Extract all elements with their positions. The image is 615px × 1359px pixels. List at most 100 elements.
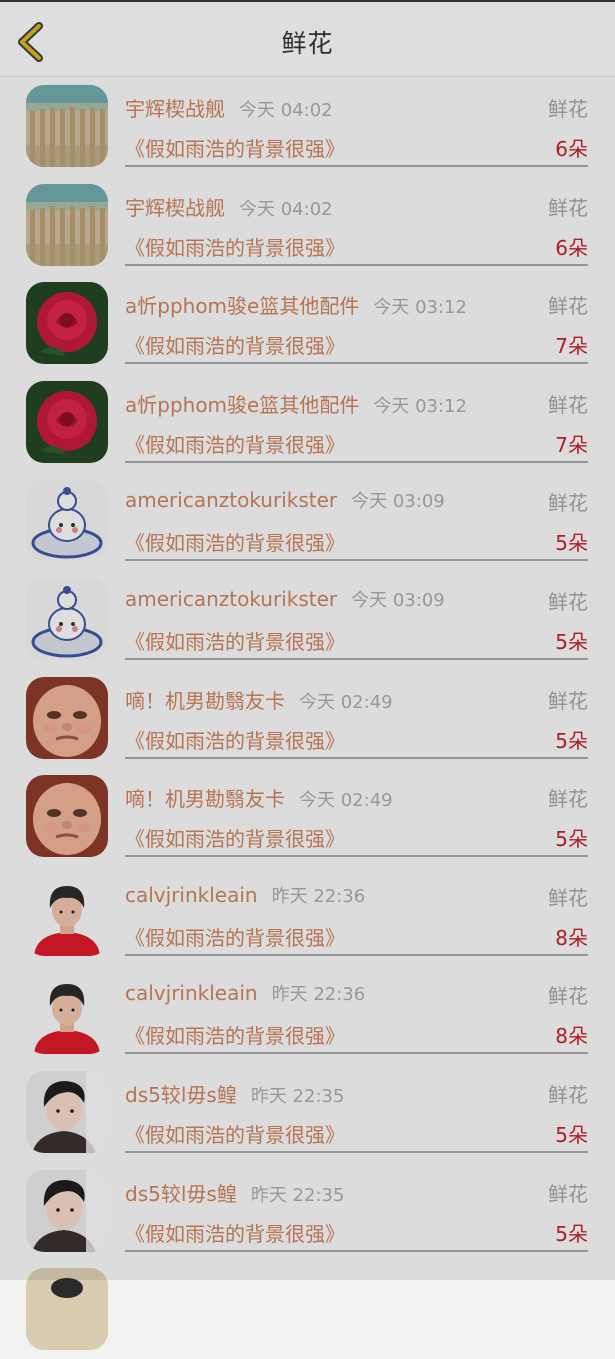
book-title[interactable]: 《假如雨浩的背景很强》 <box>125 1218 345 1247</box>
avatar[interactable] <box>26 85 108 167</box>
sender-name: americanztokurikster 今天 03:09 <box>125 488 445 513</box>
sender-name: 嘀！机男勘翳友卡 今天 02:49 <box>125 787 393 812</box>
avatar[interactable] <box>26 775 108 858</box>
gift-type: 鲜花 <box>548 97 588 121</box>
list-item[interactable]: 宇辉楔战舰 今天 04:02 鲜花 《假如雨浩的背景很强》 6朵 <box>0 77 615 176</box>
book-title[interactable]: 《假如雨浩的背景很强》 <box>125 330 345 359</box>
list-item[interactable]: ds5较l毋s鳇 昨天 22:35 鲜花 《假如雨浩的背景很强》 5朵 <box>0 1063 615 1162</box>
gift-type: 鲜花 <box>548 195 588 220</box>
list-item[interactable]: americanztokurikster 今天 03:09 鲜花 《假如雨浩的背景… <box>0 471 615 570</box>
divider <box>125 1249 588 1252</box>
timestamp: 今天 04:02 <box>239 100 333 121</box>
timestamp: 今天 03:09 <box>351 589 445 611</box>
divider <box>125 1150 588 1153</box>
sender-name: a忻pphom骏e篮其他配件 今天 03:12 <box>125 392 467 417</box>
timestamp: 昨天 22:36 <box>271 984 366 1006</box>
gift-list: 宇辉楔战舰 今天 04:02 鲜花 《假如雨浩的背景很强》 6朵 宇辉楔战舰 今天 … <box>0 77 615 1359</box>
avatar[interactable] <box>26 1070 108 1153</box>
list-item[interactable]: americanztokurikster 今天 03:09 鲜花 《假如雨浩的背景… <box>0 570 615 669</box>
gift-type: 鲜花 <box>548 984 588 1009</box>
divider <box>125 460 588 463</box>
gift-count: 6朵 <box>555 235 588 260</box>
gift-count: 8朵 <box>555 1024 588 1049</box>
divider <box>125 559 588 562</box>
timestamp: 昨天 22:35 <box>250 1184 345 1206</box>
sender-name: calvjrinkleain 昨天 22:36 <box>125 882 366 907</box>
divider <box>125 756 588 759</box>
avatar[interactable] <box>26 1268 108 1351</box>
avatar[interactable] <box>26 577 108 660</box>
book-title[interactable]: 《假如雨浩的背景很强》 <box>125 1020 345 1049</box>
list-item[interactable]: a忻pphom骏e篮其他配件 今天 03:12 鲜花 《假如雨浩的背景很强》 7朵 <box>0 274 615 373</box>
gift-count: 8朵 <box>555 925 588 950</box>
sender-name: 宇辉楔战舰 今天 04:02 <box>125 97 333 121</box>
gift-type: 鲜花 <box>548 392 588 417</box>
avatar[interactable] <box>26 676 108 759</box>
avatar[interactable] <box>26 1169 108 1252</box>
gift-count: 5朵 <box>555 827 588 852</box>
page-title: 鲜花 <box>281 29 334 58</box>
gift-type: 鲜花 <box>548 491 588 516</box>
book-title[interactable]: 《假如雨浩的背景很强》 <box>125 429 345 458</box>
timestamp: 昨天 22:36 <box>271 885 366 907</box>
gift-count: 5朵 <box>555 728 588 753</box>
book-title[interactable]: 《假如雨浩的背景很强》 <box>125 626 345 655</box>
gift-count: 6朵 <box>555 137 588 161</box>
list-item[interactable]: ds5较l毋s鳇 昨天 22:35 鲜花 《假如雨浩的背景很强》 5朵 <box>0 1162 615 1261</box>
timestamp: 今天 02:49 <box>299 691 393 713</box>
gift-type: 鲜花 <box>548 787 588 812</box>
divider <box>125 1052 588 1055</box>
gift-type: 鲜花 <box>548 1181 588 1206</box>
timestamp: 今天 03:12 <box>373 297 467 319</box>
list-item[interactable]: a忻pphom骏e篮其他配件 今天 03:12 鲜花 《假如雨浩的背景很强》 7朵 <box>0 373 615 472</box>
divider <box>125 263 588 266</box>
timestamp: 今天 04:02 <box>239 198 333 220</box>
sender-name: calvjrinkleain 昨天 22:36 <box>125 981 366 1006</box>
gift-type: 鲜花 <box>548 589 588 614</box>
sender-name: americanztokurikster 今天 03:09 <box>125 586 445 611</box>
book-title[interactable]: 《假如雨浩的背景很强》 <box>125 1119 345 1148</box>
avatar[interactable] <box>26 282 108 365</box>
book-title[interactable]: 《假如雨浩的背景很强》 <box>125 527 345 556</box>
avatar[interactable] <box>26 183 108 266</box>
sender-name: 嘀！机男勘翳友卡 今天 02:49 <box>125 688 393 713</box>
gift-count: 7朵 <box>555 334 588 359</box>
gift-type: 鲜花 <box>548 885 588 910</box>
gift-type: 鲜花 <box>548 1082 588 1107</box>
sender-name: ds5较l毋s鳇 昨天 22:35 <box>125 1082 345 1107</box>
gift-count: 5朵 <box>555 1122 588 1147</box>
divider <box>125 362 588 365</box>
gift-type: 鲜花 <box>548 688 588 713</box>
divider <box>125 657 588 660</box>
divider <box>125 953 588 956</box>
sender-name: 宇辉楔战舰 今天 04:02 <box>125 195 333 220</box>
sender-name: ds5较l毋s鳇 昨天 22:35 <box>125 1181 345 1206</box>
book-title[interactable]: 《假如雨浩的背景很强》 <box>125 725 345 754</box>
avatar[interactable] <box>26 972 108 1055</box>
list-item-partial[interactable] <box>0 1260 615 1359</box>
list-item[interactable]: calvjrinkleain 昨天 22:36 鲜花 《假如雨浩的背景很强》 8朵 <box>0 964 615 1063</box>
avatar[interactable] <box>26 380 108 463</box>
avatar[interactable] <box>26 479 108 562</box>
divider <box>125 165 588 167</box>
nav-header: 鲜花 <box>0 2 615 77</box>
book-title[interactable]: 《假如雨浩的背景很强》 <box>125 922 345 951</box>
book-title[interactable]: 《假如雨浩的背景很强》 <box>125 232 345 261</box>
list-item[interactable]: calvjrinkleain 昨天 22:36 鲜花 《假如雨浩的背景很强》 8朵 <box>0 866 615 965</box>
list-item[interactable]: 嘀！机男勘翳友卡 今天 02:49 鲜花 《假如雨浩的背景很强》 5朵 <box>0 767 615 866</box>
timestamp: 今天 03:12 <box>373 395 467 417</box>
timestamp: 昨天 22:35 <box>250 1085 345 1107</box>
gift-count: 5朵 <box>555 1221 588 1246</box>
sender-name: a忻pphom骏e篮其他配件 今天 03:12 <box>125 294 467 319</box>
book-title[interactable]: 《假如雨浩的背景很强》 <box>125 133 345 162</box>
gift-type: 鲜花 <box>548 294 588 319</box>
list-item[interactable]: 嘀！机男勘翳友卡 今天 02:49 鲜花 《假如雨浩的背景很强》 5朵 <box>0 669 615 768</box>
list-item[interactable]: 宇辉楔战舰 今天 04:02 鲜花 《假如雨浩的背景很强》 6朵 <box>0 176 615 275</box>
divider <box>125 855 588 858</box>
avatar[interactable] <box>26 873 108 956</box>
gift-count: 5朵 <box>555 629 588 654</box>
gift-count: 7朵 <box>555 432 588 457</box>
book-title[interactable]: 《假如雨浩的背景很强》 <box>125 823 345 852</box>
timestamp: 今天 03:09 <box>351 491 445 513</box>
gift-count: 5朵 <box>555 531 588 556</box>
